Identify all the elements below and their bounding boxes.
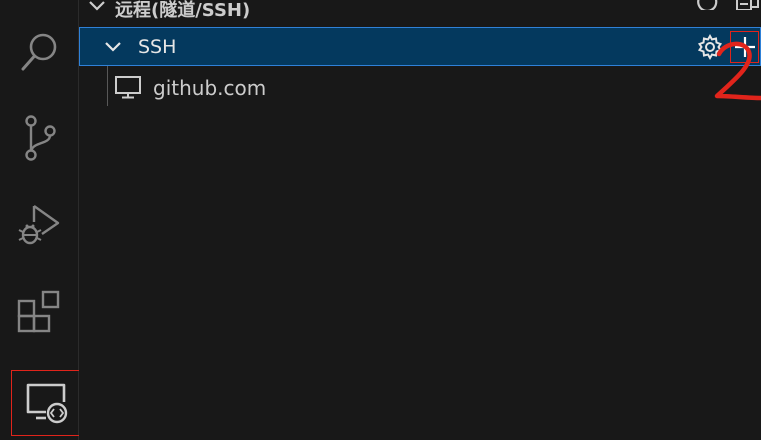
activity-run-debug[interactable] xyxy=(0,190,79,258)
monitor-icon xyxy=(115,76,141,99)
activity-search[interactable] xyxy=(0,18,79,86)
remote-explorer-sidebar: 远程(隧道/SSH) SSH github.com xyxy=(79,0,761,440)
ssh-host-label: github.com xyxy=(153,76,267,100)
source-control-icon xyxy=(24,115,56,161)
collapse-all-icon[interactable] xyxy=(734,0,760,10)
section-title: 远程(隧道/SSH) xyxy=(115,0,251,21)
extensions-icon xyxy=(17,290,59,333)
chevron-down-icon xyxy=(105,42,121,52)
ssh-host-row[interactable]: github.com xyxy=(79,66,761,108)
remote-explorer-icon xyxy=(26,383,67,424)
activity-bar xyxy=(0,0,80,440)
ssh-group-label: SSH xyxy=(138,36,177,58)
activity-extensions[interactable] xyxy=(0,278,79,346)
chevron-down-icon xyxy=(89,1,105,11)
search-icon xyxy=(21,33,56,71)
activity-source-control[interactable] xyxy=(0,104,79,172)
refresh-icon[interactable] xyxy=(694,0,718,10)
run-debug-icon xyxy=(18,205,59,245)
section-header[interactable]: 远程(隧道/SSH) xyxy=(79,0,761,22)
vscode-window: 远程(隧道/SSH) SSH github.com xyxy=(0,0,761,440)
ssh-group-row[interactable]: SSH xyxy=(79,27,761,66)
activity-remote-explorer[interactable] xyxy=(11,370,80,436)
indent-guide xyxy=(107,66,108,106)
